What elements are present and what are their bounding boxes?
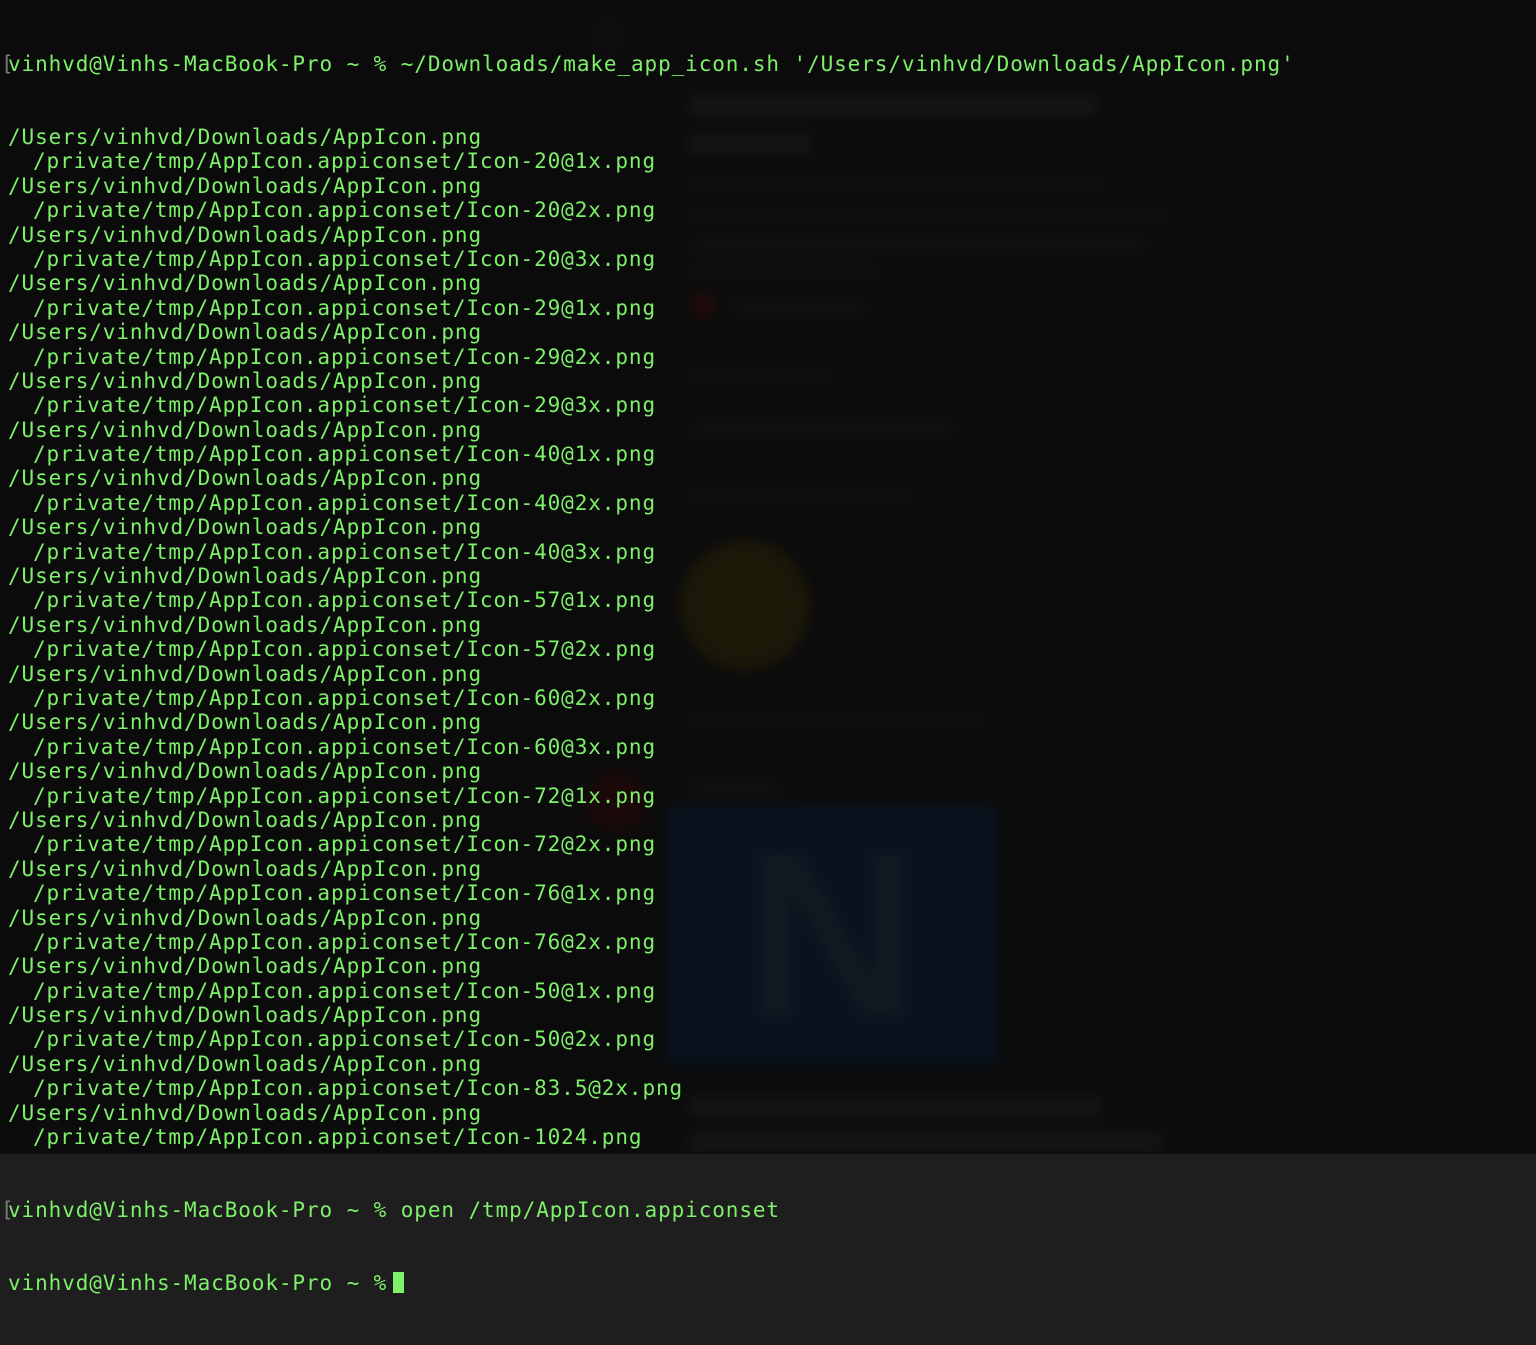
output-source-line: /Users/vinhvd/Downloads/AppIcon.png [8, 173, 483, 198]
output-source-line: /Users/vinhvd/Downloads/AppIcon.png [8, 466, 483, 491]
text-cursor [393, 1272, 405, 1294]
output-list: /Users/vinhvd/Downloads/AppIcon.png/priv… [8, 125, 1295, 1149]
command-text: open /tmp/AppIcon.appiconset [400, 1198, 780, 1223]
output-dest-line: /private/tmp/AppIcon.appiconset/Icon-60@… [33, 686, 656, 710]
output-dest-line: /private/tmp/AppIcon.appiconset/Icon-83.… [33, 1076, 684, 1101]
command-line: [vinhvd@Vinhs-MacBook-Pro ~ % ~/Download… [1, 51, 1295, 76]
output-source-line: /Users/vinhvd/Downloads/AppIcon.png [8, 710, 483, 735]
terminal-window[interactable]: [vinhvd@Vinhs-MacBook-Pro ~ % ~/Download… [0, 0, 1536, 1295]
output-dest-line: /private/tmp/AppIcon.appiconset/Icon-50@… [33, 1027, 656, 1052]
output-dest-line: /private/tmp/AppIcon.appiconset/Icon-72@… [33, 832, 656, 857]
output-source-line: /Users/vinhvd/Downloads/AppIcon.png [8, 271, 483, 296]
output-dest-line: /private/tmp/AppIcon.appiconset/Icon-29@… [33, 344, 656, 369]
output-source-line: /Users/vinhvd/Downloads/AppIcon.png [8, 222, 483, 247]
output-dest-line: /private/tmp/AppIcon.appiconset/Icon-57@… [33, 637, 656, 662]
output-source-line: /Users/vinhvd/Downloads/AppIcon.png [8, 661, 483, 686]
active-prompt-line[interactable]: vinhvd@Vinhs-MacBook-Pro ~ % [8, 1271, 1295, 1295]
output-source-line: /Users/vinhvd/Downloads/AppIcon.png [8, 1051, 483, 1076]
output-dest-line: /private/tmp/AppIcon.appiconset/Icon-72@… [33, 783, 656, 808]
output-source-line: /Users/vinhvd/Downloads/AppIcon.png [8, 564, 483, 589]
output-source-line: /Users/vinhvd/Downloads/AppIcon.png [8, 759, 483, 784]
output-dest-line: /private/tmp/AppIcon.appiconset/Icon-50@… [33, 978, 656, 1003]
output-source-line: /Users/vinhvd/Downloads/AppIcon.png [8, 417, 483, 442]
shell-prompt: vinhvd@Vinhs-MacBook-Pro ~ % [8, 51, 388, 76]
output-source-line: /Users/vinhvd/Downloads/AppIcon.png [8, 1100, 483, 1125]
output-dest-line: /private/tmp/AppIcon.appiconset/Icon-29@… [33, 295, 656, 320]
output-source-line: /Users/vinhvd/Downloads/AppIcon.png [8, 905, 483, 930]
output-source-line: /Users/vinhvd/Downloads/AppIcon.png [8, 856, 483, 881]
output-dest-line: /private/tmp/AppIcon.appiconset/Icon-40@… [33, 490, 656, 515]
output-dest-line: /private/tmp/AppIcon.appiconset/Icon-76@… [33, 881, 656, 906]
output-dest-line: /private/tmp/AppIcon.appiconset/Icon-20@… [33, 246, 656, 271]
output-source-line: /Users/vinhvd/Downloads/AppIcon.png [8, 125, 483, 150]
output-dest-line: /private/tmp/AppIcon.appiconset/Icon-40@… [33, 539, 656, 564]
output-dest-line: /private/tmp/AppIcon.appiconset/Icon-60@… [33, 734, 656, 759]
output-dest-line: /private/tmp/AppIcon.appiconset/Icon-57@… [33, 588, 656, 613]
output-source-line: /Users/vinhvd/Downloads/AppIcon.png [8, 515, 483, 540]
output-dest-line: /private/tmp/AppIcon.appiconset/Icon-102… [33, 1125, 643, 1150]
shell-prompt: vinhvd@Vinhs-MacBook-Pro ~ % [8, 1271, 388, 1296]
output-dest-line: /private/tmp/AppIcon.appiconset/Icon-20@… [33, 198, 656, 223]
output-source-line: /Users/vinhvd/Downloads/AppIcon.png [8, 368, 483, 393]
output-source-line: /Users/vinhvd/Downloads/AppIcon.png [8, 320, 483, 345]
output-dest-line: /private/tmp/AppIcon.appiconset/Icon-76@… [33, 929, 656, 954]
output-dest-line: /private/tmp/AppIcon.appiconset/Icon-40@… [33, 442, 656, 467]
command-line: [vinhvd@Vinhs-MacBook-Pro ~ % open /tmp/… [1, 1198, 1295, 1223]
terminal-output: [vinhvd@Vinhs-MacBook-Pro ~ % ~/Download… [1, 3, 1295, 1345]
shell-prompt: vinhvd@Vinhs-MacBook-Pro ~ % [8, 1198, 388, 1223]
prompt-bracket: [ [1, 51, 15, 76]
output-source-line: /Users/vinhvd/Downloads/AppIcon.png [8, 954, 483, 979]
command-text: ~/Downloads/make_app_icon.sh '/Users/vin… [400, 51, 1295, 76]
output-source-line: /Users/vinhvd/Downloads/AppIcon.png [8, 807, 483, 832]
output-dest-line: /private/tmp/AppIcon.appiconset/Icon-20@… [33, 149, 656, 174]
prompt-bracket: [ [1, 1198, 15, 1223]
output-source-line: /Users/vinhvd/Downloads/AppIcon.png [8, 612, 483, 637]
output-dest-line: /private/tmp/AppIcon.appiconset/Icon-29@… [33, 393, 656, 418]
output-source-line: /Users/vinhvd/Downloads/AppIcon.png [8, 1003, 483, 1028]
